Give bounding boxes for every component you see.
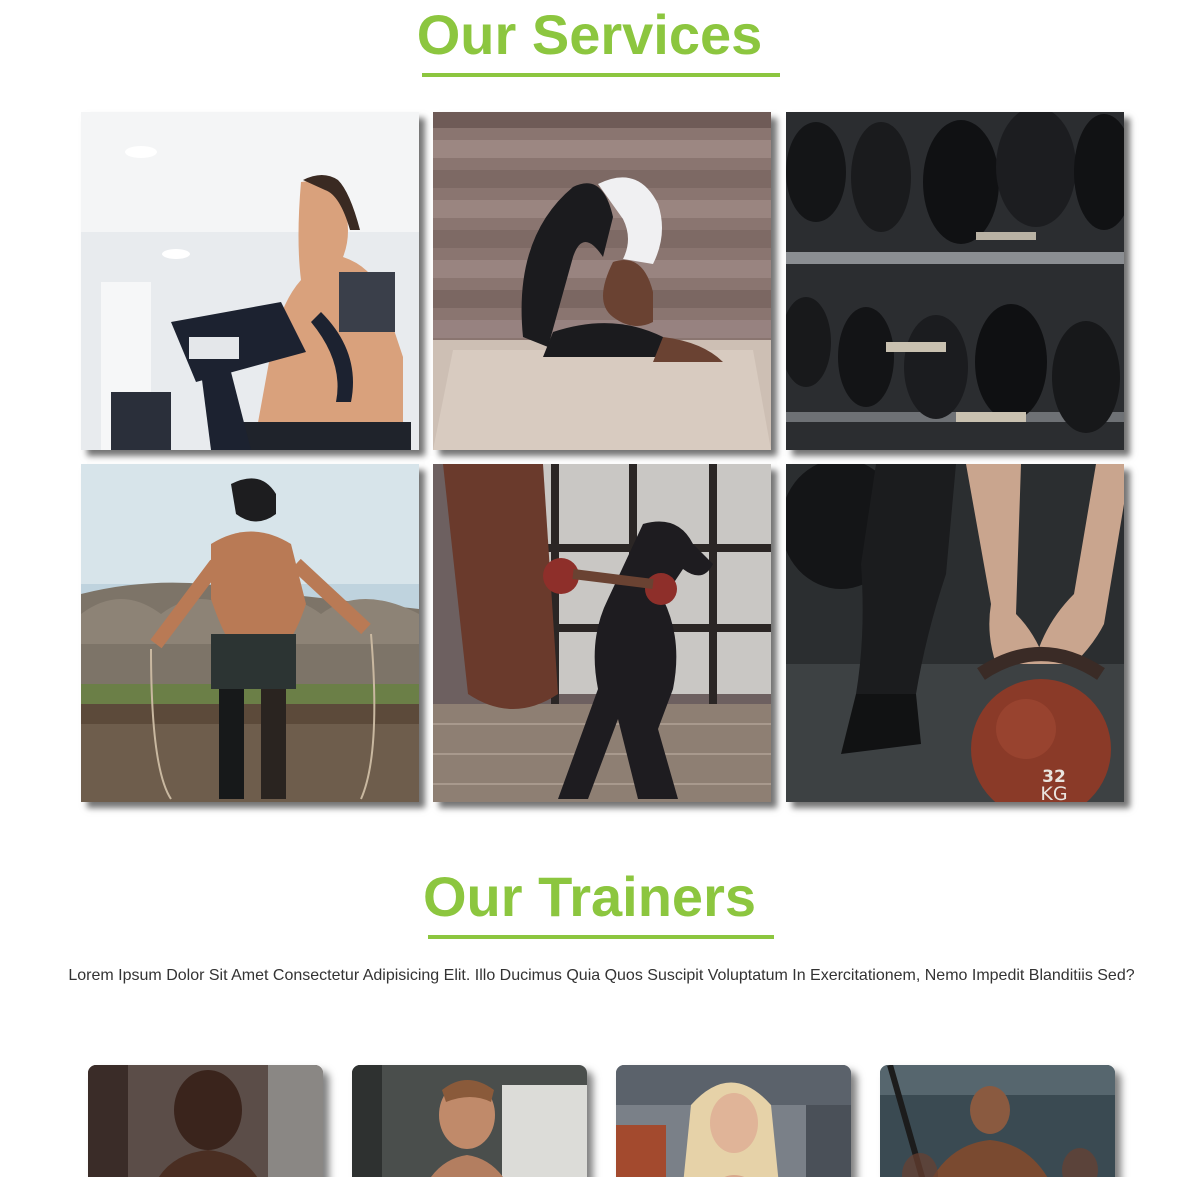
trainer-photo-1 (88, 1065, 323, 1177)
service-image-yoga (433, 112, 771, 450)
trainers-description: Lorem Ipsum Dolor Sit Amet Consectetur A… (68, 967, 1135, 984)
service-tile-boxing[interactable] (433, 464, 771, 802)
trainers-title-underline (428, 935, 774, 939)
services-title-underline (422, 73, 780, 77)
service-tile-elliptical[interactable] (81, 112, 419, 450)
service-tile-dumbbells[interactable] (786, 112, 1124, 450)
kettlebell-weight-unit: KG (1040, 783, 1067, 802)
page: Our Services 32 KG Our Trainers Lorem Ip… (0, 0, 1179, 1177)
trainer-card-3[interactable] (616, 1065, 851, 1177)
trainer-photo-2 (352, 1065, 587, 1177)
service-image-dumbbells (786, 112, 1124, 450)
service-image-jump-rope (81, 464, 419, 802)
services-title: Our Services (416, 3, 763, 66)
service-tile-jump-rope[interactable] (81, 464, 419, 802)
trainer-photo-4 (880, 1065, 1115, 1177)
trainers-title: Our Trainers (422, 865, 757, 928)
trainer-card-1[interactable] (88, 1065, 323, 1177)
service-tile-yoga[interactable] (433, 112, 771, 450)
trainer-photo-3 (616, 1065, 851, 1177)
trainer-card-2[interactable] (352, 1065, 587, 1177)
service-image-elliptical (81, 112, 419, 450)
service-image-boxing (433, 464, 771, 802)
service-tile-kettlebell[interactable]: 32 KG (786, 464, 1124, 802)
trainer-card-4[interactable] (880, 1065, 1115, 1177)
service-image-kettlebell: 32 KG (786, 464, 1124, 802)
